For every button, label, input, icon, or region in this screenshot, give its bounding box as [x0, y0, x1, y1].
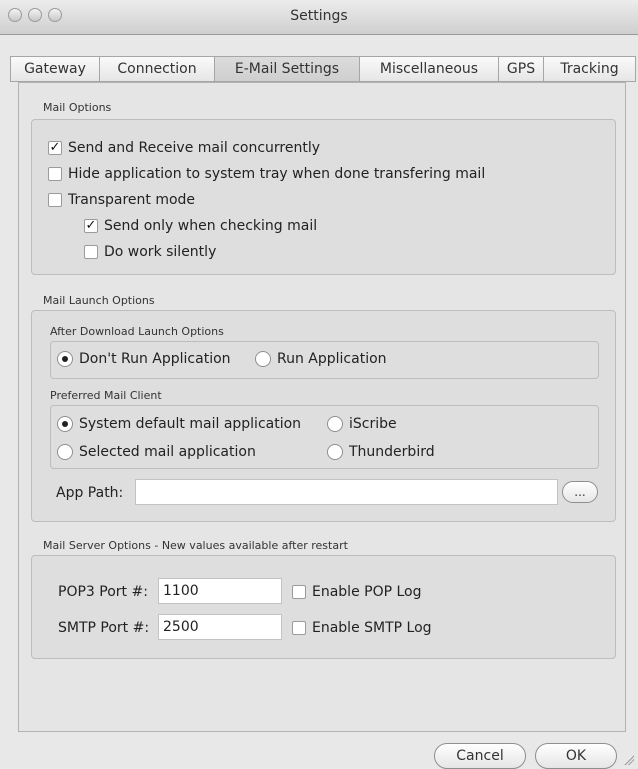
- tab-email-settings[interactable]: E-Mail Settings: [215, 57, 360, 81]
- system-default-label: System default mail application: [79, 416, 302, 432]
- enable-smtp-log-checkbox[interactable]: [292, 621, 306, 635]
- radio-run-app[interactable]: Run Application: [255, 351, 387, 367]
- hide-to-tray-label: Hide application to system tray when don…: [68, 166, 486, 182]
- window-title: Settings: [290, 8, 348, 24]
- radio-selected-app[interactable]: Selected mail application: [57, 444, 256, 460]
- mail-launch-group: After Download Launch Options Don't Run …: [31, 310, 616, 522]
- after-download-title: After Download Launch Options: [50, 325, 224, 338]
- thunderbird-radio[interactable]: [327, 444, 343, 460]
- app-path-label: App Path:: [56, 485, 124, 501]
- radio-dont-run[interactable]: Don't Run Application: [57, 351, 231, 367]
- tab-connection[interactable]: Connection: [100, 57, 215, 81]
- app-path-input[interactable]: [135, 479, 558, 505]
- do-work-silently-checkbox[interactable]: [84, 245, 98, 259]
- mail-server-title: Mail Server Options - New values availab…: [43, 539, 348, 552]
- thunderbird-label: Thunderbird: [349, 444, 435, 460]
- tab-content-panel: Mail Options ✓ Send and Receive mail con…: [18, 82, 626, 732]
- cancel-button[interactable]: Cancel: [434, 743, 526, 769]
- option-hide-to-tray[interactable]: Hide application to system tray when don…: [48, 166, 485, 182]
- tab-gateway[interactable]: Gateway: [11, 57, 100, 81]
- send-receive-concurrently-label: Send and Receive mail concurrently: [68, 140, 321, 156]
- enable-pop-log-option[interactable]: Enable POP Log: [292, 584, 422, 600]
- after-download-group: Don't Run Application Run Application: [50, 341, 599, 379]
- tab-tracking[interactable]: Tracking: [544, 57, 635, 81]
- option-do-work-silently[interactable]: Do work silently: [84, 244, 216, 260]
- title-bar: Settings: [0, 0, 638, 35]
- pop3-port-label: POP3 Port #:: [58, 584, 148, 600]
- dont-run-radio[interactable]: [57, 351, 73, 367]
- do-work-silently-label: Do work silently: [104, 244, 217, 260]
- enable-smtp-log-label: Enable SMTP Log: [312, 620, 432, 636]
- browse-app-button[interactable]: ...: [562, 481, 598, 503]
- mail-options-group: ✓ Send and Receive mail concurrently Hid…: [31, 119, 616, 275]
- dont-run-label: Don't Run Application: [79, 351, 231, 367]
- mail-server-group: POP3 Port #: 1100 Enable POP Log SMTP Po…: [31, 555, 616, 659]
- iscribe-radio[interactable]: [327, 416, 343, 432]
- preferred-client-title: Preferred Mail Client: [50, 389, 162, 402]
- send-only-when-checking-label: Send only when checking mail: [104, 218, 318, 234]
- hide-to-tray-checkbox[interactable]: [48, 167, 62, 181]
- radio-iscribe[interactable]: iScribe: [327, 416, 397, 432]
- radio-system-default[interactable]: System default mail application: [57, 416, 301, 432]
- enable-pop-log-checkbox[interactable]: [292, 585, 306, 599]
- run-app-radio[interactable]: [255, 351, 271, 367]
- transparent-mode-checkbox[interactable]: [48, 193, 62, 207]
- tab-miscellaneous[interactable]: Miscellaneous: [360, 57, 499, 81]
- preferred-client-group: System default mail application iScribe …: [50, 405, 599, 469]
- option-send-receive-concurrently[interactable]: ✓ Send and Receive mail concurrently: [48, 140, 320, 156]
- system-default-radio[interactable]: [57, 416, 73, 432]
- send-receive-concurrently-checkbox[interactable]: ✓: [48, 141, 62, 155]
- smtp-port-input[interactable]: 2500: [158, 614, 282, 640]
- selected-app-label: Selected mail application: [79, 444, 256, 460]
- enable-smtp-log-option[interactable]: Enable SMTP Log: [292, 620, 432, 636]
- mail-options-title: Mail Options: [43, 101, 112, 114]
- radio-thunderbird[interactable]: Thunderbird: [327, 444, 435, 460]
- run-app-label: Run Application: [277, 351, 387, 367]
- send-only-when-checking-checkbox[interactable]: ✓: [84, 219, 98, 233]
- smtp-port-label: SMTP Port #:: [58, 620, 150, 636]
- mail-launch-title: Mail Launch Options: [43, 294, 155, 307]
- ok-button[interactable]: OK: [535, 743, 617, 769]
- enable-pop-log-label: Enable POP Log: [312, 584, 422, 600]
- tab-bar: Gateway Connection E-Mail Settings Misce…: [10, 56, 636, 82]
- option-transparent-mode[interactable]: Transparent mode: [48, 192, 195, 208]
- selected-app-radio[interactable]: [57, 444, 73, 460]
- pop3-port-input[interactable]: 1100: [158, 578, 282, 604]
- transparent-mode-label: Transparent mode: [68, 192, 196, 208]
- option-send-only-when-checking[interactable]: ✓ Send only when checking mail: [84, 218, 317, 234]
- resize-grip-icon[interactable]: [622, 753, 634, 765]
- tab-gps[interactable]: GPS: [499, 57, 544, 81]
- iscribe-label: iScribe: [349, 416, 397, 432]
